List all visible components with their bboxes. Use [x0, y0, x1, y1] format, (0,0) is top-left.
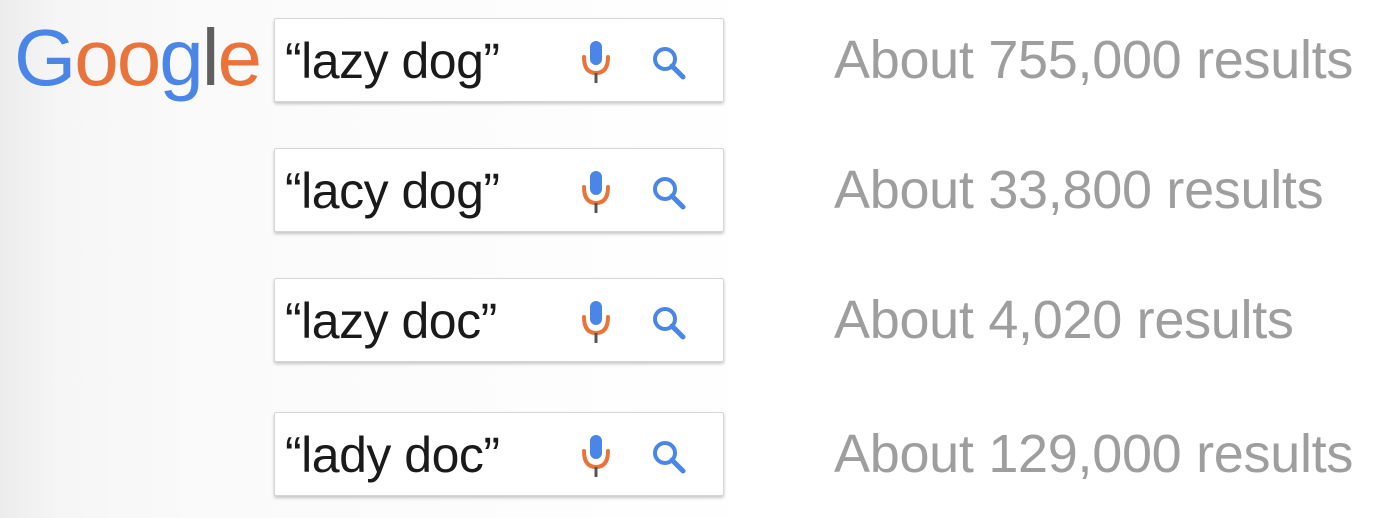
magnifier-icon[interactable]: [649, 437, 689, 477]
search-query[interactable]: “lady doc”: [285, 413, 500, 497]
microphone-icon[interactable]: [579, 299, 613, 345]
microphone-icon[interactable]: [579, 39, 613, 85]
results-count: About 4,020 results: [834, 290, 1294, 350]
search-query[interactable]: “lazy doc”: [285, 279, 497, 363]
search-box[interactable]: “lazy dog”: [274, 18, 724, 102]
search-row: “lazy dog” About 755,000 results: [0, 18, 1400, 108]
search-query[interactable]: “lazy dog”: [285, 19, 500, 103]
results-count: About 129,000 results: [834, 424, 1354, 484]
search-query[interactable]: “lacy dog”: [285, 149, 500, 233]
microphone-icon[interactable]: [579, 433, 613, 479]
magnifier-icon[interactable]: [649, 303, 689, 343]
search-row: “lacy dog” About 33,800 results: [0, 148, 1400, 238]
results-count: About 33,800 results: [834, 160, 1324, 220]
search-row: “lady doc” About 129,000 results: [0, 412, 1400, 502]
microphone-icon[interactable]: [579, 169, 613, 215]
search-box[interactable]: “lazy doc”: [274, 278, 724, 362]
search-box[interactable]: “lacy dog”: [274, 148, 724, 232]
magnifier-icon[interactable]: [649, 173, 689, 213]
results-count: About 755,000 results: [834, 30, 1354, 90]
search-box[interactable]: “lady doc”: [274, 412, 724, 496]
magnifier-icon[interactable]: [649, 43, 689, 83]
search-row: “lazy doc” About 4,020 results: [0, 278, 1400, 368]
